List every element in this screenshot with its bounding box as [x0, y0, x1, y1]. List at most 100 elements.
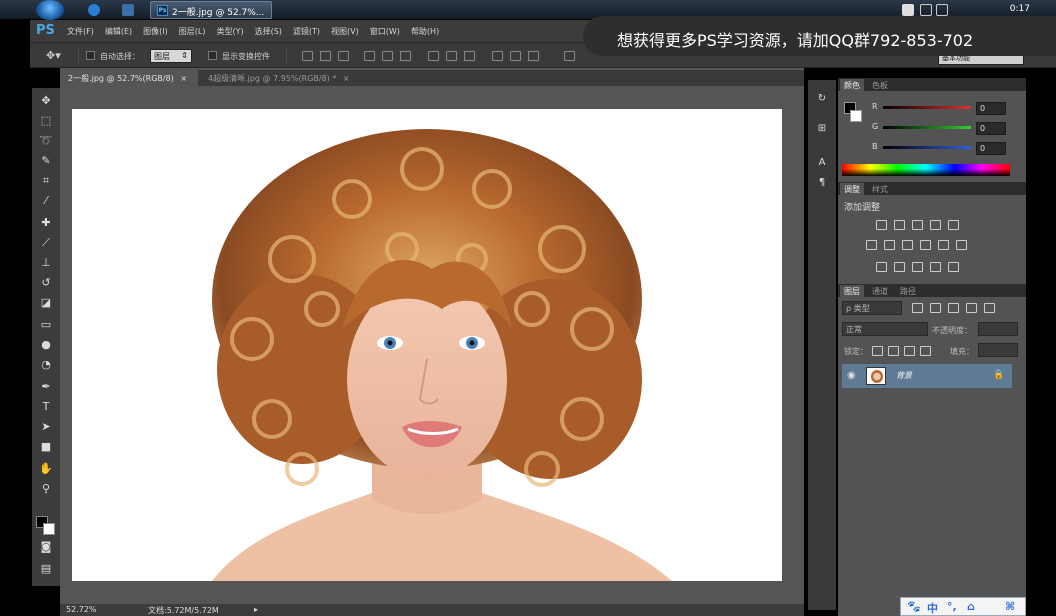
lock-image-icon[interactable] — [888, 346, 899, 356]
auto-align-icon[interactable] — [564, 51, 575, 61]
color-balance-icon[interactable] — [884, 240, 895, 250]
crop-tool-icon[interactable]: ⌗ — [39, 174, 53, 188]
move-tool-icon[interactable]: ✥ — [39, 94, 53, 108]
color-lookup-icon[interactable] — [956, 240, 967, 250]
zoom-level[interactable]: 52.72% — [66, 605, 97, 614]
tab-channels[interactable]: 通道 — [868, 285, 892, 298]
photo-filter-icon[interactable] — [920, 240, 931, 250]
layer-row-background[interactable]: ◉ 背景 🔒 — [842, 364, 1012, 388]
gradient-map-icon[interactable] — [948, 262, 959, 272]
library-icon[interactable] — [122, 4, 134, 16]
selective-color-icon[interactable] — [930, 262, 941, 272]
quick-select-tool-icon[interactable]: ✎ — [39, 154, 53, 168]
blend-mode-dropdown[interactable]: 正常 — [842, 322, 928, 336]
red-track[interactable] — [883, 106, 971, 109]
screen-mode-icon[interactable]: ▤ — [39, 562, 53, 576]
vibrance-icon[interactable] — [948, 220, 959, 230]
ime-chinese[interactable]: 中 — [927, 600, 938, 616]
filter-smart-icon[interactable] — [984, 303, 995, 313]
paw-icon[interactable]: 🐾 — [907, 600, 921, 613]
quick-mask-icon[interactable]: ◙ — [39, 540, 53, 554]
clone-stamp-tool-icon[interactable]: ⊥ — [39, 256, 53, 270]
hue-saturation-icon[interactable] — [866, 240, 877, 250]
distribute-left-icon[interactable] — [492, 51, 503, 61]
menu-type[interactable]: 类型(Y) — [216, 26, 243, 37]
zoom-tool-icon[interactable]: ⚲ — [39, 482, 53, 496]
properties-icon[interactable]: ⊞ — [814, 122, 830, 136]
background-color-swatch[interactable] — [43, 523, 55, 535]
channel-mixer-icon[interactable] — [938, 240, 949, 250]
start-button-icon[interactable] — [36, 0, 64, 20]
green-value[interactable]: 0 — [976, 122, 1006, 135]
exposure-icon[interactable] — [930, 220, 941, 230]
eraser-tool-icon[interactable]: ◪ — [39, 296, 53, 310]
distribute-right-icon[interactable] — [528, 51, 539, 61]
distribute-vcenter-icon[interactable] — [446, 51, 457, 61]
curves-icon[interactable] — [912, 220, 923, 230]
tab-color[interactable]: 颜色 — [840, 79, 864, 92]
distribute-hcenter-icon[interactable] — [510, 51, 521, 61]
filter-pixel-icon[interactable] — [912, 303, 923, 313]
filter-shape-icon[interactable] — [966, 303, 977, 313]
shape-tool-icon[interactable]: ■ — [39, 440, 53, 454]
lock-all-icon[interactable] — [920, 346, 931, 356]
marquee-tool-icon[interactable]: ⬚ — [39, 114, 53, 128]
history-brush-tool-icon[interactable]: ↺ — [39, 276, 53, 290]
type-tool-icon[interactable]: T — [39, 400, 53, 414]
align-top-icon[interactable] — [302, 51, 313, 61]
bg-color-chip[interactable] — [850, 110, 862, 122]
fill-field[interactable] — [978, 343, 1018, 357]
align-hcenter-icon[interactable] — [382, 51, 393, 61]
menu-select[interactable]: 选择(S) — [255, 26, 282, 37]
green-track[interactable] — [883, 126, 971, 129]
ime-toolbar[interactable]: 🐾 中 °, ⌂ ⌘ — [900, 597, 1026, 616]
gradient-tool-icon[interactable]: ▭ — [39, 318, 53, 332]
network-icon[interactable] — [936, 4, 948, 16]
color-spectrum[interactable] — [842, 164, 1010, 176]
lock-position-icon[interactable] — [904, 346, 915, 356]
close-icon[interactable]: × — [343, 74, 350, 83]
menu-window[interactable]: 窗口(W) — [370, 26, 400, 37]
levels-icon[interactable] — [894, 220, 905, 230]
blue-value[interactable]: 0 — [976, 142, 1006, 155]
tab-layers[interactable]: 图层 — [840, 285, 864, 298]
align-vcenter-icon[interactable] — [320, 51, 331, 61]
menu-file[interactable]: 文件(F) — [67, 26, 94, 37]
eyedropper-tool-icon[interactable]: ⁄ — [39, 194, 53, 208]
black-white-icon[interactable] — [902, 240, 913, 250]
align-right-icon[interactable] — [400, 51, 411, 61]
blue-track[interactable] — [883, 146, 971, 149]
internet-explorer-icon[interactable] — [88, 4, 100, 16]
dodge-tool-icon[interactable]: ◔ — [39, 358, 53, 372]
tab-paths[interactable]: 路径 — [896, 285, 920, 298]
hand-tool-icon[interactable]: ✋ — [39, 462, 53, 476]
brush-tool-icon[interactable]: ⟋ — [39, 236, 53, 250]
taskbar-photoshop-button[interactable]: Ps 2一般.jpg @ 52.7%... — [150, 1, 272, 19]
menu-image[interactable]: 图像(I) — [143, 26, 168, 37]
lasso-tool-icon[interactable]: ➰ — [39, 134, 53, 148]
align-bottom-icon[interactable] — [338, 51, 349, 61]
menu-view[interactable]: 视图(V) — [331, 26, 359, 37]
show-transform-checkbox[interactable] — [208, 51, 217, 60]
filter-type-icon[interactable] — [948, 303, 959, 313]
ime-menu-icon[interactable]: ⌘ — [1005, 600, 1015, 613]
layer-name[interactable]: 背景 — [896, 370, 912, 381]
posterize-icon[interactable] — [894, 262, 905, 272]
history-icon[interactable]: ↻ — [814, 92, 830, 106]
auto-select-checkbox[interactable] — [86, 51, 95, 60]
ime-punctuation[interactable]: °, — [947, 600, 957, 613]
move-tool-preset-icon[interactable]: ✥▾ — [46, 49, 61, 62]
tab-adjustments[interactable]: 调整 — [840, 183, 864, 196]
image-canvas[interactable] — [72, 109, 782, 581]
path-select-tool-icon[interactable]: ➤ — [39, 420, 53, 434]
tab-document-2[interactable]: 2一般.jpg @ 52.7%(RGB/8) × — [60, 70, 198, 86]
tab-swatches[interactable]: 色板 — [868, 79, 892, 92]
status-arrow-icon[interactable]: ▸ — [254, 605, 258, 614]
close-icon[interactable]: × — [180, 74, 187, 83]
lock-transparent-icon[interactable] — [872, 346, 883, 356]
paragraph-icon[interactable]: ¶ — [814, 176, 830, 190]
pen-tool-icon[interactable]: ✒ — [39, 380, 53, 394]
distribute-bottom-icon[interactable] — [464, 51, 475, 61]
tab-document-4[interactable]: 4超级清晰.jpg @ 7.95%(RGB/8) * × — [200, 70, 360, 86]
menu-help[interactable]: 帮助(H) — [411, 26, 439, 37]
